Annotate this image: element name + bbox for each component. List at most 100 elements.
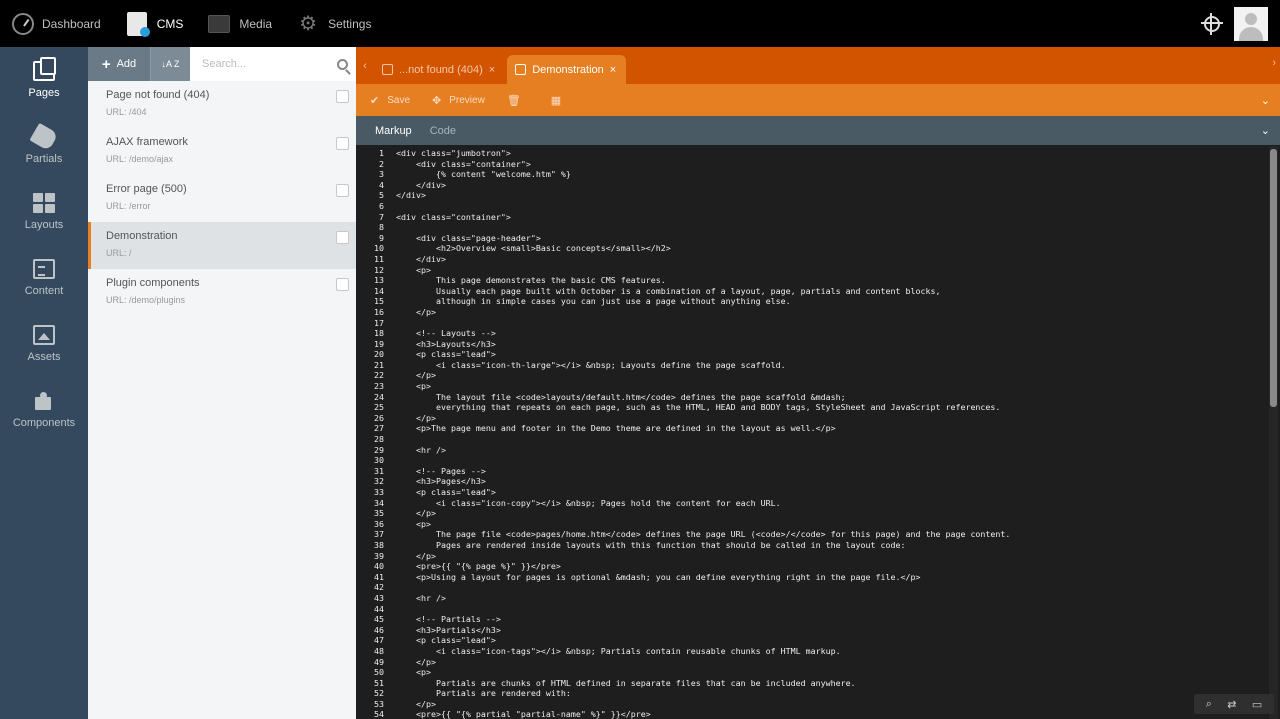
cms-icon <box>125 11 150 37</box>
fullscreen-icon[interactable]: ▭ <box>1252 698 1262 711</box>
code-text: <!-- Partials --> <box>396 614 501 625</box>
code-line: 8 <box>356 222 1268 233</box>
nav-media[interactable]: Media <box>195 0 284 47</box>
tab-scroll-left-icon[interactable]: ‹ <box>356 47 374 84</box>
page-url: URL: / <box>106 248 132 258</box>
code-line: 10 <h2>Overview <small>Basic concepts</s… <box>356 243 1268 254</box>
page-list-item[interactable]: Error page (500) URL: /error <box>88 175 356 222</box>
line-number: 42 <box>374 582 384 593</box>
page-list-item[interactable]: Plugin components URL: /demo/plugins <box>88 269 356 316</box>
crosshair-icon[interactable] <box>1201 12 1223 35</box>
search-icon[interactable]: ⌕ <box>1206 698 1212 711</box>
chevron-down-icon[interactable]: ⌄ <box>1261 124 1270 137</box>
line-number: 16 <box>374 306 384 317</box>
search-icon[interactable] <box>337 58 348 70</box>
sort-button[interactable]: ↓A Z <box>150 47 190 81</box>
media-icon <box>207 12 231 36</box>
code-text: although in simple cases you can just us… <box>396 296 791 307</box>
code-line: 19 <h3>Layouts</h3> <box>356 339 1268 350</box>
code-text: <p> <box>396 518 431 529</box>
code-line: 29 <hr /> <box>356 445 1268 456</box>
line-number: 20 <box>374 349 384 360</box>
line-number: 19 <box>374 338 384 349</box>
page-title: Page not found (404) <box>106 89 210 101</box>
tab-page-not-found[interactable]: ...not found (404) × <box>374 55 505 84</box>
line-number: 21 <box>374 359 384 370</box>
code-text: Partials are rendered with: <box>396 688 571 699</box>
line-number: 1 <box>379 148 384 158</box>
code-line: 34 <i class="icon-copy"></i> &nbsp; Page… <box>356 498 1268 509</box>
code-editor[interactable]: 1 <div class="jumbotron"> 2 <div class="co… <box>356 146 1280 719</box>
code-line: 14 Usually each page built with October … <box>356 286 1268 297</box>
line-number: 44 <box>374 603 384 614</box>
nav-dashboard[interactable]: Dashboard <box>0 0 113 47</box>
code-line: 23 <p> <box>356 381 1268 392</box>
close-icon[interactable]: × <box>489 64 495 76</box>
sidebar-item-partials[interactable]: Partials <box>0 113 88 179</box>
nav-cms[interactable]: CMS <box>113 0 196 47</box>
page-list-item[interactable]: AJAX framework URL: /demo/ajax <box>88 128 356 175</box>
line-number: 46 <box>374 624 384 635</box>
tab-demonstration[interactable]: Demonstration × <box>507 55 627 84</box>
layout-grid-icon <box>33 193 55 213</box>
line-number: 12 <box>374 264 384 275</box>
code-line: 35 </p> <box>356 508 1268 519</box>
page-icon <box>382 64 393 75</box>
code-line: 9 <div class="page-header"> <box>356 233 1268 244</box>
code-line: 36 <p> <box>356 519 1268 530</box>
sidebar-item-pages[interactable]: Pages <box>0 47 88 113</box>
sidebar-item-assets[interactable]: Assets <box>0 311 88 377</box>
line-number: 48 <box>374 645 384 656</box>
replace-icon[interactable]: ⇄ <box>1227 698 1236 711</box>
line-number: 43 <box>374 592 384 603</box>
code-line: 16 </p> <box>356 307 1268 318</box>
preview-button[interactable]: ✥ Preview <box>432 94 485 107</box>
calendar-button[interactable]: ▦ <box>551 94 569 107</box>
tab-scroll-right-icon[interactable]: › <box>1272 57 1276 69</box>
code-line: 7 <div class="container"> <box>356 212 1268 223</box>
plus-icon: + <box>101 55 111 73</box>
page-url: URL: /404 <box>106 107 147 117</box>
line-number: 34 <box>374 497 384 508</box>
page-list-item[interactable]: Page not found (404) URL: /404 <box>88 81 356 128</box>
tab-label: Demonstration <box>532 63 604 76</box>
page-checkbox[interactable] <box>336 278 349 291</box>
code-text: <h3>Partials</h3> <box>396 624 501 635</box>
line-number: 23 <box>374 381 384 392</box>
save-button[interactable]: ✔ Save <box>370 94 410 107</box>
search-input[interactable] <box>200 57 337 71</box>
sidebar-item-components[interactable]: Components <box>0 377 88 443</box>
code-text: The layout file <code>layouts/default.ht… <box>396 391 846 402</box>
avatar[interactable] <box>1234 6 1268 41</box>
tab-markup[interactable]: Markup <box>375 125 412 137</box>
sidebar-item-layouts[interactable]: Layouts <box>0 179 88 245</box>
chevron-down-icon[interactable]: ⌄ <box>1261 94 1270 107</box>
page-title: Error page (500) <box>106 183 187 195</box>
line-number: 50 <box>374 667 384 678</box>
line-number: 37 <box>374 529 384 540</box>
code-text: </div> <box>396 179 446 190</box>
page-checkbox[interactable] <box>336 90 349 103</box>
code-line: 43 <hr /> <box>356 593 1268 604</box>
page-checkbox[interactable] <box>336 231 349 244</box>
page-title: Plugin components <box>106 277 200 289</box>
page-list-item-active[interactable]: Demonstration URL: / <box>88 222 356 269</box>
line-number: 2 <box>379 158 384 169</box>
sidebar-item-content[interactable]: Content <box>0 245 88 311</box>
line-number: 26 <box>374 412 384 423</box>
trash-icon: 🗑 <box>506 94 521 107</box>
search-box <box>190 47 356 81</box>
scrollbar-thumb[interactable] <box>1270 149 1277 407</box>
code-line: 48 <i class="icon-tags"></i> &nbsp; Part… <box>356 646 1268 657</box>
vertical-scrollbar[interactable] <box>1269 146 1278 719</box>
add-page-button[interactable]: + Add <box>88 47 150 81</box>
tab-code[interactable]: Code <box>430 125 456 137</box>
page-checkbox[interactable] <box>336 137 349 150</box>
document-icon <box>33 259 55 279</box>
delete-button[interactable]: 🗑 <box>507 94 529 107</box>
close-icon[interactable]: × <box>610 64 616 76</box>
page-checkbox[interactable] <box>336 184 349 197</box>
nav-settings[interactable]: ⚙ Settings <box>284 0 383 47</box>
line-number: 22 <box>374 370 384 381</box>
